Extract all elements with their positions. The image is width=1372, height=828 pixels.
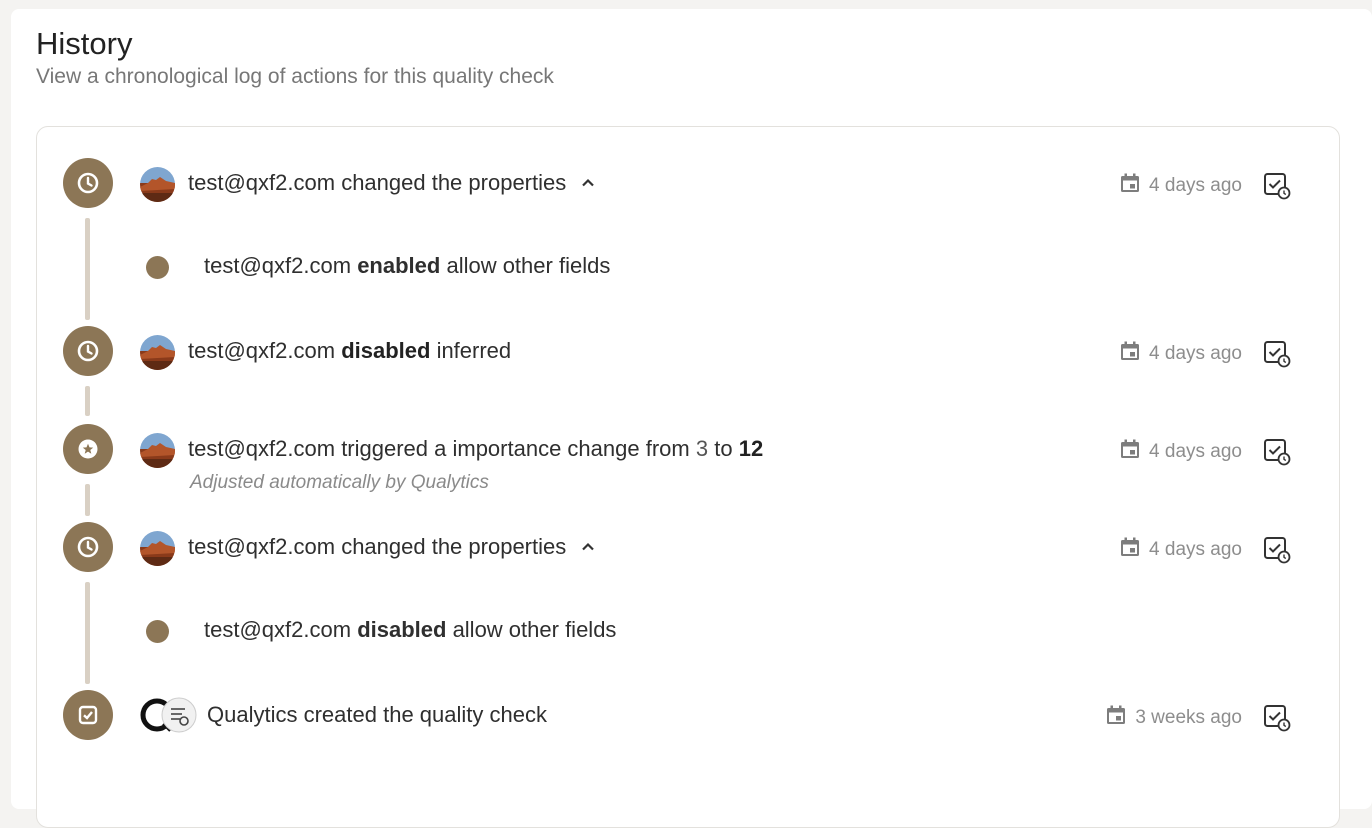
chevron-up-icon[interactable] <box>580 175 596 191</box>
entry-time: 3 weeks ago <box>1135 707 1242 728</box>
history-entry-text: test@qxf2.com disabled inferred <box>188 338 512 363</box>
calendar-icon <box>1119 340 1141 368</box>
entry-time: 4 days ago <box>1149 441 1242 462</box>
detail-dot <box>146 256 169 279</box>
calendar-icon <box>1105 704 1127 732</box>
calendar-icon <box>1119 438 1141 466</box>
page-title: History <box>36 26 133 61</box>
qualytics-logo <box>140 697 198 735</box>
history-entry-text: Qualytics created the quality check <box>207 702 547 727</box>
page-subtitle: View a chronological log of actions for … <box>36 65 554 88</box>
view-check-icon[interactable] <box>1262 437 1292 467</box>
entry-timestamp: 4 days ago <box>1119 438 1242 466</box>
clock-icon <box>63 158 113 208</box>
entry-timestamp: 4 days ago <box>1119 536 1242 564</box>
history-detail-text: test@qxf2.com enabled allow other fields <box>204 253 611 278</box>
entry-timestamp: 4 days ago <box>1119 172 1242 200</box>
importance-from: 3 <box>695 436 709 461</box>
timeline-connector <box>85 218 90 320</box>
star-icon <box>63 424 113 474</box>
entry-time: 4 days ago <box>1149 175 1242 196</box>
user-avatar <box>140 335 175 370</box>
entry-user: test@qxf2.com <box>188 170 336 195</box>
view-check-icon[interactable] <box>1262 703 1292 733</box>
history-detail-text: test@qxf2.com disabled allow other field… <box>204 617 617 642</box>
history-entry-text: test@qxf2.com triggered a importance cha… <box>188 436 764 461</box>
detail-dot <box>146 620 169 643</box>
entry-description: changed the properties <box>341 170 567 195</box>
entry-time: 4 days ago <box>1149 539 1242 560</box>
entry-time: 4 days ago <box>1149 343 1242 364</box>
view-check-icon[interactable] <box>1262 339 1292 369</box>
timeline-connector <box>85 386 90 416</box>
history-entry-text: test@qxf2.com changed the properties <box>188 170 596 196</box>
check-square-icon <box>63 690 113 740</box>
calendar-icon <box>1119 536 1141 564</box>
importance-to: 12 <box>738 436 764 461</box>
entry-note: Adjusted automatically by Qualytics <box>190 472 489 493</box>
view-check-icon[interactable] <box>1262 535 1292 565</box>
entry-timestamp: 4 days ago <box>1119 340 1242 368</box>
entry-timestamp: 3 weeks ago <box>1105 704 1242 732</box>
user-avatar <box>140 167 175 202</box>
user-avatar <box>140 531 175 566</box>
clock-icon <box>63 522 113 572</box>
history-entry-text: test@qxf2.com changed the properties <box>188 534 596 560</box>
clock-icon <box>63 326 113 376</box>
view-check-icon[interactable] <box>1262 171 1292 201</box>
user-avatar <box>140 433 175 468</box>
timeline-connector <box>85 484 90 516</box>
chevron-up-icon[interactable] <box>580 539 596 555</box>
timeline-connector <box>85 582 90 684</box>
calendar-icon <box>1119 172 1141 200</box>
